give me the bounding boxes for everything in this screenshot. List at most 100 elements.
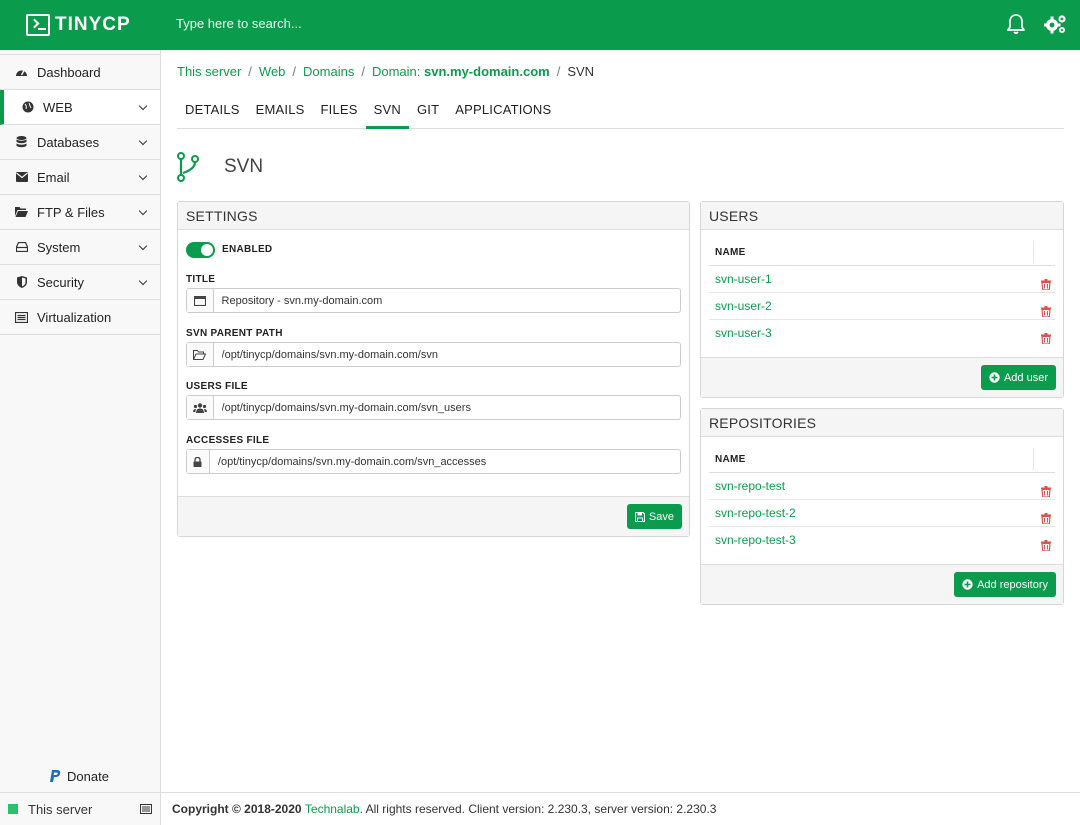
sidebar-item-databases[interactable]: Databases	[0, 125, 160, 160]
user-name-link[interactable]: svn-user-2	[715, 299, 772, 313]
chevron-down-icon	[138, 206, 148, 216]
repository-name-link[interactable]: svn-repo-test	[715, 479, 785, 493]
breadcrumb-domains[interactable]: Domains	[303, 64, 354, 79]
enabled-toggle[interactable]	[186, 242, 215, 258]
title-input[interactable]	[213, 289, 680, 312]
add-repository-button[interactable]: Add repository	[954, 572, 1056, 597]
table-row: svn-repo-test-3	[709, 527, 1055, 554]
chevron-down-icon	[138, 276, 148, 286]
server-label: This server	[28, 801, 93, 817]
main-content: This server / Web / Domains / Domain: svn.my-d…	[161, 50, 1080, 792]
folder-open-icon	[187, 343, 214, 366]
search-bar[interactable]	[176, 16, 576, 31]
users-table-header: NAME	[709, 239, 1055, 266]
sidebar-item-system[interactable]: System	[0, 230, 160, 265]
save-label: Save	[648, 510, 674, 523]
table-row: svn-repo-test	[709, 473, 1055, 500]
repositories-column-name: NAME	[715, 454, 746, 465]
breadcrumb: This server / Web / Domains / Domain: svn.my-d…	[177, 64, 595, 79]
user-name-link[interactable]: svn-user-3	[715, 326, 772, 340]
sidebar-item-label: Security	[37, 274, 84, 290]
tab-bar: DETAILS EMAILS FILES SVN GIT APPLICATION…	[177, 102, 1064, 129]
tab-files[interactable]: FILES	[313, 102, 366, 129]
sidebar-item-label: Dashboard	[37, 64, 101, 80]
users-panel-title: USERS	[701, 202, 1063, 230]
accesses-file-field	[186, 449, 681, 474]
sidebar-item-ftp-files[interactable]: FTP & Files	[0, 195, 160, 230]
title-field	[186, 288, 681, 313]
page-footer: Copyright © 2018-2020 Technalab. All rig…	[161, 792, 1080, 825]
window-icon	[187, 289, 214, 312]
users-panel: USERS NAME svn-user-1 svn-user-2 svn-use…	[700, 201, 1064, 398]
enabled-label: ENABLED	[222, 244, 273, 255]
trash-icon[interactable]	[1041, 327, 1051, 353]
paypal-icon	[50, 770, 61, 783]
add-user-button[interactable]: Add user	[980, 365, 1056, 390]
status-indicator	[8, 804, 18, 814]
table-row: svn-user-3	[709, 320, 1055, 347]
company-link[interactable]: Technalab	[305, 802, 360, 816]
repositories-panel-footer: Add repository	[701, 564, 1063, 604]
sidebar-item-web[interactable]: WEB	[0, 90, 160, 125]
server-menu-icon[interactable]	[140, 804, 152, 814]
accesses-file-input[interactable]	[209, 450, 680, 473]
bell-icon[interactable]	[1005, 13, 1027, 35]
database-icon	[15, 136, 28, 149]
svn-parent-path-field	[186, 342, 681, 367]
repositories-table-header: NAME	[709, 446, 1055, 473]
svn-parent-path-input[interactable]	[213, 343, 680, 366]
sidebar-item-virtualization[interactable]: Virtualization	[0, 300, 160, 335]
table-row: svn-repo-test-2	[709, 500, 1055, 527]
users-file-input[interactable]	[213, 396, 680, 419]
add-repository-label: Add repository	[977, 578, 1048, 591]
plus-circle-icon	[989, 372, 1000, 383]
users-icon	[187, 396, 214, 419]
donate-label: Donate	[67, 769, 109, 784]
settings-panel-footer: Save	[178, 496, 689, 536]
page-title: SVN	[224, 156, 264, 177]
sidebar-item-label: WEB	[43, 99, 73, 115]
tab-emails[interactable]: EMAILS	[248, 102, 313, 129]
repository-name-link[interactable]: svn-repo-test-2	[715, 506, 796, 520]
sidebar-item-label: Databases	[37, 134, 100, 150]
dashboard-icon	[15, 66, 28, 79]
breadcrumb-domain[interactable]: Domain: svn.my-domain.com	[372, 64, 550, 79]
shield-icon	[15, 276, 28, 289]
sidebar: Dashboard WEB Databases Email FTP & File…	[0, 50, 161, 825]
tab-git[interactable]: GIT	[409, 102, 447, 129]
trash-icon[interactable]	[1041, 534, 1051, 560]
chevron-down-icon	[138, 241, 148, 251]
server-status[interactable]: This server	[0, 792, 160, 825]
gears-icon[interactable]	[1043, 13, 1066, 35]
sidebar-item-security[interactable]: Security	[0, 265, 160, 300]
terminal-logo-icon	[26, 14, 50, 36]
breadcrumb-this-server[interactable]: This server	[177, 64, 241, 79]
accesses-file-label: ACCESSES FILE	[186, 435, 270, 446]
tab-svn[interactable]: SVN	[365, 102, 409, 129]
table-row: svn-user-1	[709, 266, 1055, 293]
logo[interactable]: TINYCP	[0, 0, 160, 50]
chevron-down-icon	[138, 101, 148, 111]
save-button[interactable]: Save	[626, 504, 682, 529]
breadcrumb-web[interactable]: Web	[259, 64, 286, 79]
users-panel-footer: Add user	[701, 357, 1063, 397]
chevron-down-icon	[138, 171, 148, 181]
sidebar-item-label: System	[37, 239, 81, 255]
donate-link[interactable]: Donate	[50, 769, 109, 784]
sidebar-item-email[interactable]: Email	[0, 160, 160, 195]
search-input[interactable]	[176, 16, 576, 31]
logo-text: TINYCP	[55, 14, 131, 35]
floppy-icon	[634, 511, 645, 522]
repositories-panel-title: REPOSITORIES	[701, 409, 1063, 437]
tab-details[interactable]: DETAILS	[177, 102, 248, 129]
user-name-link[interactable]: svn-user-1	[715, 272, 772, 286]
breadcrumb-current: SVN	[567, 64, 595, 79]
repositories-panel: REPOSITORIES NAME svn-repo-test svn-repo…	[700, 408, 1064, 605]
sidebar-item-label: FTP & Files	[37, 204, 105, 220]
users-file-label: USERS FILE	[186, 381, 248, 392]
users-file-field	[186, 395, 681, 420]
sidebar-item-dashboard[interactable]: Dashboard	[0, 55, 160, 90]
tab-applications[interactable]: APPLICATIONS	[447, 102, 559, 129]
title-label: TITLE	[186, 274, 216, 285]
repository-name-link[interactable]: svn-repo-test-3	[715, 533, 796, 547]
